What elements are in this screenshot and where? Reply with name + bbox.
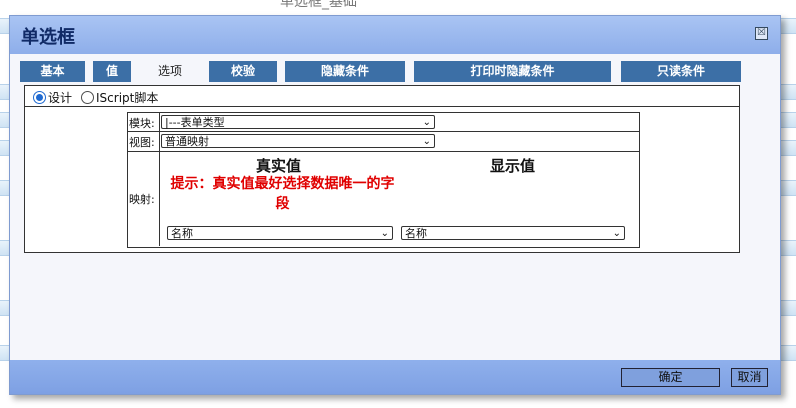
real-value-select[interactable]: 名称 ⌄ xyxy=(167,226,393,240)
tab-options[interactable]: 选项 xyxy=(140,61,200,82)
radio-design-label: 设计 xyxy=(48,91,73,105)
display-value-select-value: 名称 xyxy=(405,227,427,240)
ok-button[interactable]: 确定 xyxy=(621,368,720,387)
real-value-header: 真实值 xyxy=(256,157,302,175)
view-label: 视图: xyxy=(129,136,155,149)
dialog-footer: 确定 取消 xyxy=(10,360,780,394)
radio-settings-dialog: 单选框 ☒ 基本 值 选项 校验 隐藏条件 打印时隐藏条件 只读条件 设计 IS… xyxy=(9,15,781,395)
module-label: 模块: xyxy=(129,117,155,130)
module-row: 模块: |---表单类型 ⌄ xyxy=(128,113,639,132)
tab-hide-condition[interactable]: 隐藏条件 xyxy=(285,61,405,82)
display-value-header: 显示值 xyxy=(490,157,536,175)
dialog-titlebar[interactable]: 单选框 ☒ xyxy=(10,16,780,54)
options-panel: 设计 IScript脚本 模块: |---表单类型 ⌄ 视图: 普通映射 ⌄ 映… xyxy=(24,85,740,253)
tab-value[interactable]: 值 xyxy=(93,61,131,82)
mapping-tip: 提示：真实值最好选择数据唯一的字段 xyxy=(170,176,395,212)
module-select-value: |---表单类型 xyxy=(165,116,225,129)
mapping-label-cell: 映射: xyxy=(128,152,160,246)
chevron-down-icon: ⌄ xyxy=(422,117,431,128)
mapping-row: 映射: 真实值 显示值 提示：真实值最好选择数据唯一的字段 名称 ⌄ 名称 ⌄ xyxy=(128,152,639,246)
view-row: 视图: 普通映射 ⌄ xyxy=(128,132,639,152)
cancel-button[interactable]: 取消 xyxy=(731,368,768,387)
module-label-cell: 模块: xyxy=(128,113,160,131)
view-select-value: 普通映射 xyxy=(165,135,209,148)
chevron-down-icon: ⌄ xyxy=(380,228,389,239)
view-label-cell: 视图: xyxy=(128,132,160,151)
radio-iscript-indicator[interactable] xyxy=(81,91,94,104)
view-select[interactable]: 普通映射 ⌄ xyxy=(161,134,435,148)
real-value-select-value: 名称 xyxy=(171,227,193,240)
radio-iscript-label: IScript脚本 xyxy=(96,91,159,105)
tab-print-hide-condition[interactable]: 打印时隐藏条件 xyxy=(414,61,611,82)
radio-design-indicator[interactable] xyxy=(33,91,46,104)
radio-design[interactable]: 设计 xyxy=(33,89,72,106)
tab-readonly-condition[interactable]: 只读条件 xyxy=(621,61,741,82)
chevron-down-icon: ⌄ xyxy=(422,136,431,147)
options-form: 模块: |---表单类型 ⌄ 视图: 普通映射 ⌄ 映射: 真实值 显示值 提示… xyxy=(127,112,640,248)
tab-bar: 基本 值 选项 校验 隐藏条件 打印时隐藏条件 只读条件 xyxy=(10,61,780,83)
mode-selector: 设计 IScript脚本 xyxy=(25,86,739,107)
tab-basic[interactable]: 基本 xyxy=(20,61,85,82)
module-select[interactable]: |---表单类型 ⌄ xyxy=(161,115,435,129)
chevron-down-icon: ⌄ xyxy=(612,228,621,239)
dialog-title: 单选框 xyxy=(21,27,75,48)
close-icon[interactable]: ☒ xyxy=(755,27,768,40)
radio-iscript[interactable]: IScript脚本 xyxy=(81,89,158,106)
background-page-title: 单选框_基础 xyxy=(280,0,357,10)
tab-validation[interactable]: 校验 xyxy=(209,61,277,82)
display-value-select[interactable]: 名称 ⌄ xyxy=(401,226,625,240)
mapping-label: 映射: xyxy=(129,193,155,206)
